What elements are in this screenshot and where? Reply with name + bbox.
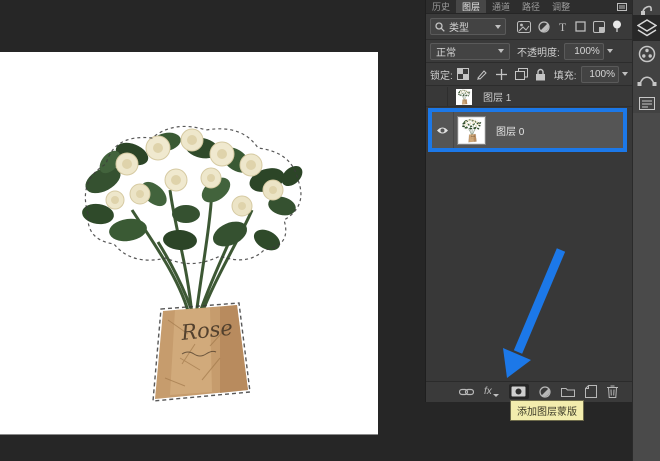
fill-value-text: 100%	[589, 69, 615, 80]
layer-0-thumbnail[interactable]	[458, 117, 485, 144]
search-icon	[435, 22, 445, 32]
blend-row: 正常 不透明度: 100%	[426, 40, 632, 63]
panel-tab-bar: 历史 图层 通道 路径 调整	[426, 0, 632, 14]
eye-icon	[436, 126, 449, 135]
properties-panel-icon[interactable]	[633, 93, 660, 113]
tab-layers[interactable]: 图层	[456, 0, 486, 13]
new-group-button[interactable]	[561, 386, 575, 397]
lock-artboard-icon[interactable]	[515, 68, 528, 80]
lock-position-icon[interactable]	[495, 68, 508, 81]
lock-image-pixels-icon[interactable]	[476, 68, 488, 80]
photoshop-window: Rose 历史 图层 通道 路径 调整	[0, 0, 660, 461]
adjustment-layer-filter-icon[interactable]	[538, 21, 550, 33]
right-panel-strip	[632, 0, 660, 461]
layers-panel: 历史 图层 通道 路径 调整 类型	[425, 0, 632, 402]
fill-value[interactable]: 100%	[581, 66, 619, 83]
layers-list: 图层 1 图层 0	[426, 86, 632, 386]
chevron-down-icon	[493, 394, 499, 397]
fx-label: fx	[484, 386, 492, 397]
lock-row: 锁定: 填充: 100%	[426, 63, 632, 86]
blend-mode-select[interactable]: 正常	[430, 43, 510, 60]
type-layer-filter-icon[interactable]: T	[557, 21, 568, 32]
filter-type-select[interactable]: 类型	[430, 18, 506, 35]
tooltip-add-layer-mask: 添加图层蒙版	[510, 400, 584, 421]
layer-1-name[interactable]: 图层 1	[483, 89, 511, 104]
pixel-layer-filter-icon[interactable]	[517, 21, 531, 33]
filter-toggle-icon[interactable]	[612, 20, 622, 33]
layer-filter-row: 类型 T	[426, 14, 632, 40]
opacity-value[interactable]: 100%	[564, 43, 604, 60]
filter-type-label: 类型	[449, 19, 469, 34]
lock-transparent-pixels-icon[interactable]	[457, 68, 469, 80]
link-layers-icon[interactable]	[459, 388, 474, 396]
panel-options-icon[interactable]	[617, 3, 627, 11]
roses	[106, 129, 283, 216]
opacity-stepper[interactable]	[607, 49, 613, 53]
history-panel-icon[interactable]	[633, 0, 660, 15]
layer-mask-icon	[511, 386, 526, 397]
layer-row-0[interactable]: 图层 0	[432, 112, 623, 148]
layers-bottom-bar: fx	[426, 381, 632, 401]
lock-all-icon[interactable]	[535, 68, 546, 81]
add-layer-mask-button[interactable]	[509, 384, 529, 399]
layer-0-name[interactable]: 图层 0	[496, 123, 524, 138]
lock-label: 锁定:	[430, 67, 453, 82]
delete-layer-icon[interactable]	[607, 385, 618, 398]
visibility-toggle-layer-1[interactable]	[426, 87, 448, 106]
layer-style-fx-button[interactable]: fx	[484, 386, 499, 397]
layer-1-thumbnail[interactable]	[456, 89, 472, 105]
layer-row-1[interactable]: 图层 1	[426, 87, 632, 107]
fill-stepper[interactable]	[622, 72, 628, 76]
opacity-label: 不透明度:	[517, 44, 560, 59]
tab-channels[interactable]: 通道	[486, 0, 516, 13]
new-adjustment-layer-button[interactable]	[539, 386, 551, 398]
svg-text:T: T	[559, 21, 567, 32]
chevron-down-icon	[498, 49, 504, 53]
tab-paths[interactable]: 路径	[516, 0, 546, 13]
paper-bag: Rose	[155, 305, 248, 399]
blend-mode-value: 正常	[436, 44, 456, 59]
layers-panel-icon[interactable]	[633, 15, 660, 41]
color-panel-icon[interactable]	[633, 41, 660, 67]
paths-panel-icon[interactable]	[633, 67, 660, 93]
document-canvas[interactable]: Rose	[0, 52, 378, 434]
smart-object-filter-icon[interactable]	[593, 21, 605, 33]
annotation-highlight-box: 图层 0	[428, 108, 627, 152]
shape-layer-filter-icon[interactable]	[575, 21, 586, 32]
chevron-down-icon	[607, 49, 613, 53]
tab-history[interactable]: 历史	[426, 0, 456, 13]
tooltip-text: 添加图层蒙版	[517, 407, 577, 418]
new-layer-button[interactable]	[585, 385, 597, 398]
fill-label: 填充:	[554, 67, 577, 82]
visibility-toggle-layer-0[interactable]	[432, 112, 454, 148]
tab-adjustments[interactable]: 调整	[546, 0, 576, 13]
chevron-down-icon	[495, 25, 501, 29]
rose-bouquet-image: Rose	[70, 118, 310, 408]
chevron-down-icon	[622, 72, 628, 76]
opacity-value-text: 100%	[574, 46, 600, 57]
